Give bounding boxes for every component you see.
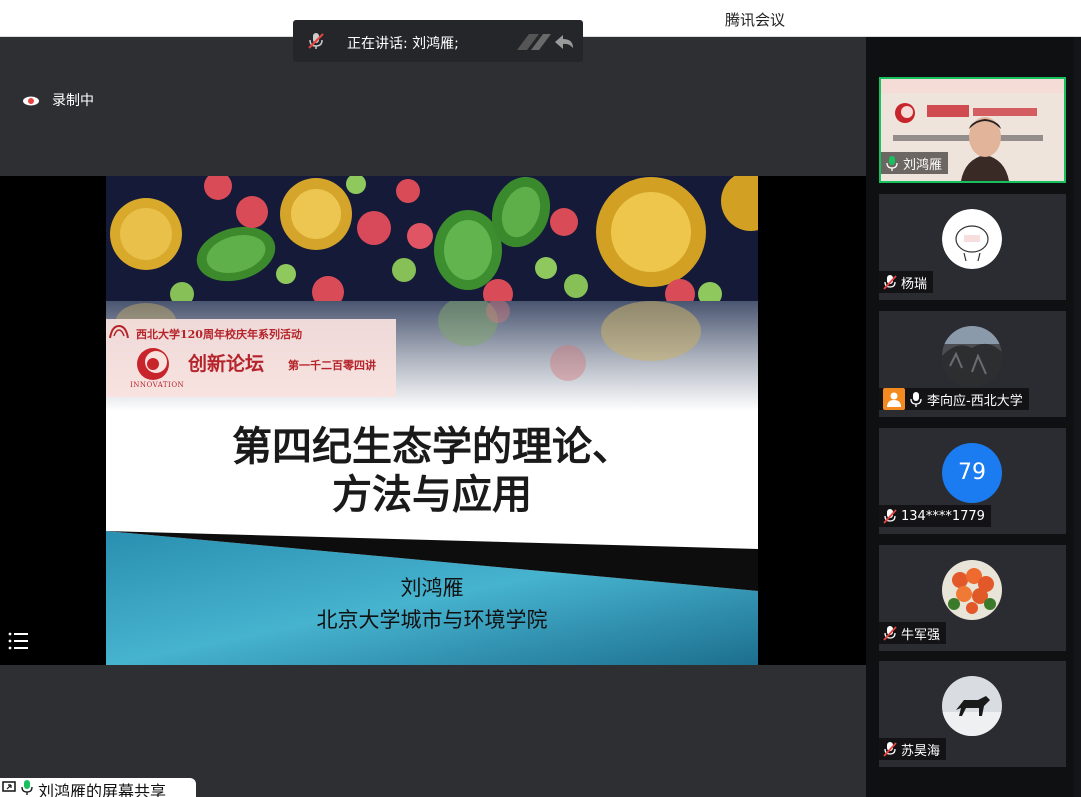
innovation-logo-icon	[137, 348, 169, 380]
speaking-indicator: 正在讲话: 刘鸿雁;	[293, 20, 583, 62]
muted-mic-icon	[883, 625, 897, 641]
participant-name: 苏昊海	[901, 743, 941, 759]
participant-tile[interactable]: 79 134****1779	[879, 428, 1066, 534]
series-text: 西北大学120周年校庆年系列活动	[136, 328, 302, 341]
forum-title: 创新论坛	[188, 353, 265, 375]
muted-mic-icon	[308, 33, 324, 49]
participant-name-tag: 苏昊海	[879, 738, 947, 760]
participant-name-tag: 李向应-西北大学	[879, 388, 1029, 410]
participant-name-tag: 牛军强	[879, 622, 947, 644]
slide-author-block: 刘鸿雁 北京大学城市与环境学院	[106, 572, 758, 636]
forum-banner: 西北大学120周年校庆年系列活动 创新论坛 第一千二百零四讲 INNOVATIO…	[106, 319, 396, 397]
slide-title-line-1: 第四纪生态学的理论、	[232, 424, 632, 470]
lecture-number: 第一千二百零四讲	[288, 359, 376, 372]
recording-label: 录制中	[52, 93, 94, 109]
muted-mic-icon	[883, 741, 897, 757]
host-badge-icon	[883, 388, 905, 410]
participant-tile[interactable]: 牛军强	[879, 545, 1066, 651]
participant-name-tag: 134****1779	[879, 505, 991, 527]
app-title: 腾讯会议	[724, 11, 785, 29]
slide-title: 第四纪生态学的理论、 方法与应用	[106, 423, 758, 519]
participant-avatar	[942, 676, 1002, 736]
participant-name: 杨瑞	[901, 276, 928, 292]
mic-on-icon	[21, 780, 33, 795]
sidebar-scrollbar[interactable]	[1074, 37, 1081, 797]
participant-tile-active[interactable]: 刘鸿雁	[879, 77, 1066, 183]
mic-on-icon	[910, 391, 922, 407]
screen-share-label: 刘鸿雁的屏幕共享	[0, 778, 196, 797]
participant-avatar: 79	[942, 443, 1002, 503]
participant-name: 134****1779	[901, 508, 985, 524]
participant-name: 李向应-西北大学	[927, 393, 1023, 409]
presentation-slide: 西北大学120周年校庆年系列活动 创新论坛 第一千二百零四讲 INNOVATIO…	[106, 176, 758, 665]
slide-title-line-2: 方法与应用	[332, 472, 532, 518]
muted-mic-icon	[883, 508, 897, 524]
innovation-text: INNOVATION	[130, 381, 185, 389]
participant-name-tag: 刘鸿雁	[881, 152, 949, 174]
share-screen-icon	[2, 781, 16, 792]
recording-indicator[interactable]: 录制中	[22, 90, 94, 110]
mic-on-icon	[886, 155, 898, 171]
slide-affiliation: 北京大学城市与环境学院	[316, 608, 548, 632]
muted-mic-icon	[883, 274, 897, 290]
screen-share-text: 刘鸿雁的屏幕共享	[38, 782, 167, 797]
list-menu-icon[interactable]	[0, 624, 38, 658]
participant-sidebar: 刘鸿雁 杨瑞 李向应-西北大学 79 134****1779 牛军强 苏昊海	[866, 37, 1081, 797]
speaking-label: 正在讲话: 刘鸿雁;	[347, 36, 459, 52]
participant-name-tag: 杨瑞	[879, 271, 934, 293]
university-seal-icon	[109, 324, 129, 339]
participant-tile[interactable]: 李向应-西北大学	[879, 311, 1066, 417]
participant-avatar	[942, 326, 1002, 386]
participant-name: 刘鸿雁	[903, 157, 943, 173]
annotation-undo-icon[interactable]	[515, 30, 577, 54]
participant-avatar	[942, 560, 1002, 620]
participant-tile[interactable]: 杨瑞	[879, 194, 1066, 300]
participant-name: 牛军强	[901, 627, 941, 643]
slide-author: 刘鸿雁	[400, 576, 464, 600]
recording-cloud-icon	[23, 96, 39, 105]
participant-tile[interactable]: 苏昊海	[879, 661, 1066, 767]
pollen-image	[106, 176, 758, 301]
participant-avatar	[942, 209, 1002, 269]
